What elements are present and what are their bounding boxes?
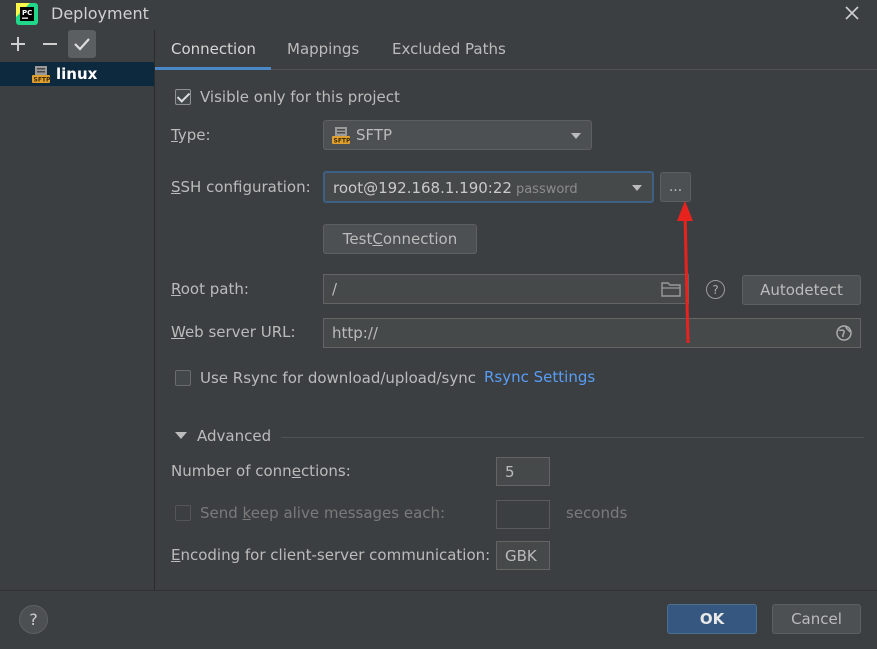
keep-alive-interval-input[interactable] xyxy=(496,500,550,529)
checkmark-icon xyxy=(74,38,90,51)
test-connection-button[interactable]: Test Connection xyxy=(323,224,477,254)
close-button[interactable] xyxy=(838,0,866,26)
root-path-input[interactable]: / xyxy=(323,274,689,304)
advanced-section-header[interactable]: Advanced xyxy=(197,427,271,445)
help-button[interactable]: ? xyxy=(19,605,48,634)
advanced-collapse-icon[interactable] xyxy=(175,432,187,439)
ssh-config-label: SSH configuration: xyxy=(171,178,311,196)
minus-icon xyxy=(43,43,57,45)
keep-alive-checkbox[interactable] xyxy=(175,505,191,521)
tab-bar: Connection Mappings Excluded Paths xyxy=(155,30,877,70)
chevron-down-icon xyxy=(571,133,581,139)
visible-only-label: Visible only for this project xyxy=(200,88,400,106)
svg-text:SFTP: SFTP xyxy=(34,77,51,84)
ssh-config-value: root@192.168.1.190:22 xyxy=(333,179,512,197)
root-path-help-icon[interactable]: ? xyxy=(706,280,725,299)
server-list-item-linux[interactable]: SFTP linux xyxy=(0,62,154,86)
sftp-server-icon: SFTP xyxy=(32,65,51,84)
chevron-down-icon xyxy=(632,185,642,191)
root-path-label: Root path: xyxy=(171,280,249,298)
number-of-connections-input[interactable]: 5 xyxy=(496,457,550,486)
encoding-input[interactable]: GBK xyxy=(496,541,550,570)
add-server-button[interactable] xyxy=(4,30,32,58)
ssh-config-dropdown[interactable]: root@192.168.1.190:22 password xyxy=(323,171,654,203)
ssh-auth-type: password xyxy=(515,182,578,197)
plus-icon xyxy=(11,37,25,51)
seconds-unit-label: seconds xyxy=(566,504,628,522)
advanced-divider xyxy=(281,437,864,438)
encoding-value: GBK xyxy=(505,547,537,565)
close-icon xyxy=(845,6,859,20)
root-path-value: / xyxy=(332,280,338,298)
cancel-button[interactable]: Cancel xyxy=(772,604,861,634)
use-rsync-label: Use Rsync for download/upload/sync xyxy=(200,369,476,387)
number-of-connections-value: 5 xyxy=(505,463,515,481)
keep-alive-label: Send keep alive messages each: xyxy=(200,504,446,522)
window-title: Deployment xyxy=(51,4,149,23)
server-name-label: linux xyxy=(56,65,98,83)
svg-text:SFTP: SFTP xyxy=(334,138,351,145)
tab-excluded-paths[interactable]: Excluded Paths xyxy=(376,30,522,70)
use-rsync-checkbox[interactable] xyxy=(175,370,191,386)
server-list-panel: SFTP linux xyxy=(0,30,155,590)
server-list-background xyxy=(0,86,154,590)
remove-server-button[interactable] xyxy=(36,30,64,58)
annotation-arrow xyxy=(670,195,700,345)
type-dropdown[interactable]: SFTP SFTP xyxy=(323,120,592,150)
tab-mappings[interactable]: Mappings xyxy=(271,30,375,70)
sftp-icon: SFTP xyxy=(332,126,351,145)
web-server-url-input[interactable]: http:// xyxy=(323,318,861,348)
type-value: SFTP xyxy=(356,126,393,144)
autodetect-button[interactable]: Autodetect xyxy=(742,275,861,305)
number-of-connections-label: Number of connections: xyxy=(171,462,351,480)
tab-connection[interactable]: Connection xyxy=(155,30,271,70)
web-server-url-label: Web server URL: xyxy=(171,323,296,341)
web-server-url-value: http:// xyxy=(332,324,378,342)
ok-button[interactable]: OK xyxy=(667,604,757,634)
svg-text:PC: PC xyxy=(22,9,32,17)
encoding-label: Encoding for client-server communication… xyxy=(171,546,491,564)
use-as-default-button[interactable] xyxy=(68,30,96,58)
rsync-settings-link[interactable]: Rsync Settings xyxy=(484,368,595,386)
globe-icon[interactable] xyxy=(836,325,852,345)
visible-only-checkbox[interactable] xyxy=(175,89,191,105)
type-label: Type: xyxy=(171,126,211,144)
pycharm-app-icon: PC xyxy=(16,3,38,25)
